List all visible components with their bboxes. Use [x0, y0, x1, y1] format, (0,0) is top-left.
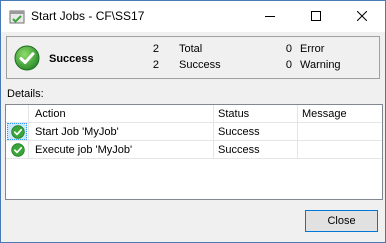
total-label: Total	[179, 43, 203, 55]
column-header-action[interactable]: Action	[35, 108, 66, 120]
success-check-icon	[11, 125, 25, 139]
jobs-icon	[9, 9, 25, 25]
maximize-icon	[311, 11, 321, 21]
column-header-status[interactable]: Status	[218, 108, 249, 120]
close-window-button[interactable]	[339, 1, 385, 32]
row-status: Success	[218, 126, 260, 138]
close-icon	[357, 11, 367, 21]
maximize-button[interactable]	[293, 1, 339, 32]
dialog-window: Start Jobs - CF\SS17 Success 2 Total 2 S…	[0, 0, 386, 243]
column-header-message[interactable]: Message	[302, 108, 347, 120]
row-status: Success	[218, 144, 260, 156]
details-grid[interactable]: Action Status Message Start Job 'MyJob' …	[5, 104, 383, 200]
summary-status: Success	[49, 53, 94, 65]
warning-count: 0	[285, 59, 292, 71]
table-row[interactable]: Start Job 'MyJob' Success	[6, 123, 382, 141]
success-check-icon	[11, 143, 25, 157]
table-row[interactable]: Execute job 'MyJob' Success	[6, 141, 382, 159]
details-label: Details:	[7, 88, 44, 100]
warning-label: Warning	[300, 59, 341, 71]
grid-header: Action Status Message	[6, 105, 382, 123]
error-count: 0	[285, 43, 292, 55]
success-check-icon	[14, 45, 40, 71]
success-count: 2	[152, 59, 159, 71]
window-title: Start Jobs - CF\SS17	[31, 9, 145, 23]
title-bar[interactable]: Start Jobs - CF\SS17	[1, 1, 385, 32]
row-action: Start Job 'MyJob'	[35, 126, 119, 138]
total-count: 2	[152, 43, 159, 55]
minimize-icon	[265, 16, 275, 17]
success-label: Success	[179, 59, 221, 71]
error-label: Error	[300, 43, 325, 55]
minimize-button[interactable]	[247, 1, 293, 32]
close-button[interactable]: Close	[305, 210, 378, 232]
row-action: Execute job 'MyJob'	[35, 144, 133, 156]
summary-panel: Success 2 Total 2 Success 0 Error 0 Warn…	[6, 36, 380, 79]
